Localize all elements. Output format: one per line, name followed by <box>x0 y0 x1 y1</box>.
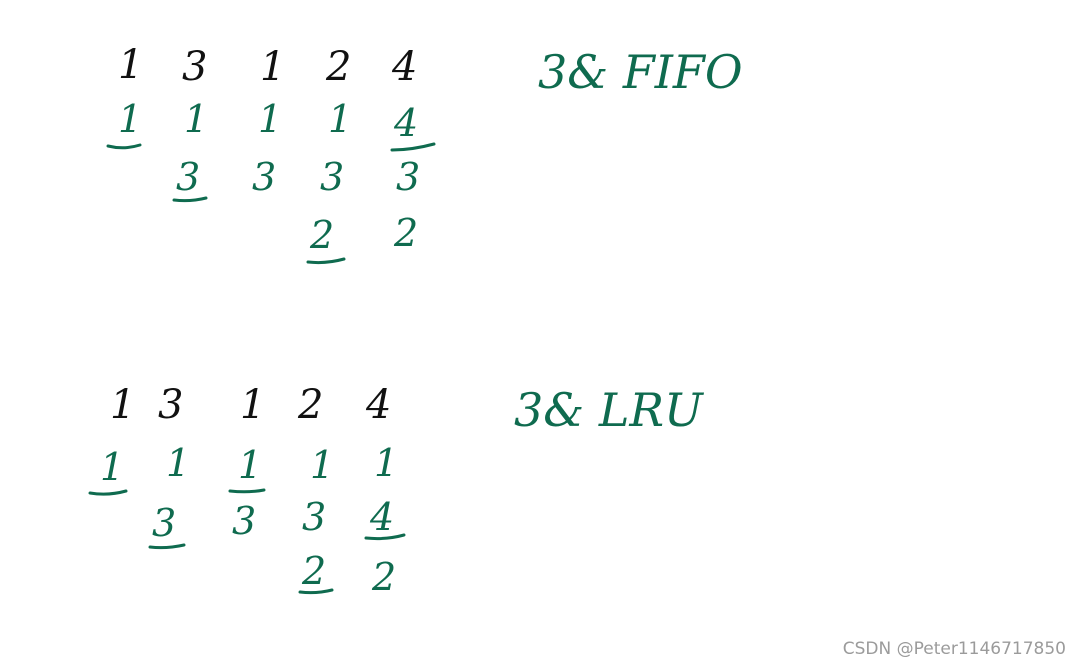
lru-frame-3-row-1: 1 <box>238 443 262 487</box>
lru-seq-3: 1 <box>240 382 265 428</box>
handwritten-diagram: 1 3 1 2 4 3& FIFO 1 1 3 1 3 1 3 2 4 3 2 … <box>88 42 743 599</box>
fifo-seq-1: 1 <box>118 42 143 88</box>
lru-frame-4-row-2: 3 <box>302 495 326 539</box>
fifo-frame-3-row-1: 1 <box>258 97 282 141</box>
fifo-frame-3-row-2: 3 <box>252 155 276 199</box>
watermark: CSDN @Peter1146717850 <box>842 639 1066 659</box>
lru-seq-1: 1 <box>110 382 135 428</box>
lru-frame-5-row-3: 2 <box>371 555 396 599</box>
lru-frame-2-row-1: 1 <box>166 441 190 485</box>
fifo-seq-4: 2 <box>325 44 351 90</box>
lru-fault-underline-2 <box>148 543 186 550</box>
fifo-frame-5-row-1: 4 <box>393 101 418 145</box>
lru-frame-5-row-1: 1 <box>374 441 398 485</box>
fifo-frame-4-row-2: 3 <box>320 155 344 199</box>
lru-frames: 1 1 3 1 3 1 3 2 1 4 2 <box>88 441 406 599</box>
lru-reference-sequence: 1 3 1 2 4 <box>110 382 391 428</box>
lru-seq-2: 3 <box>158 382 183 428</box>
lru-frame-1-row-1: 1 <box>100 445 124 489</box>
fifo-frame-2-row-1: 1 <box>184 97 208 141</box>
lru-frame-4-row-1: 1 <box>310 443 334 487</box>
fifo-seq-3: 1 <box>260 44 285 90</box>
fifo-frame-5-row-3: 2 <box>393 211 418 255</box>
fifo-seq-2: 3 <box>182 44 207 90</box>
fifo-frame-4-row-1: 1 <box>328 97 352 141</box>
lru-fault-underline-1 <box>88 489 128 496</box>
fifo-frame-4-row-3: 2 <box>309 213 334 257</box>
lru-seq-4: 2 <box>297 382 323 428</box>
lru-seq-5: 4 <box>365 382 391 428</box>
lru-frame-5-row-2: 4 <box>369 495 394 539</box>
fifo-frame-1-row-1: 1 <box>118 97 142 141</box>
fifo-fault-underline-3 <box>306 257 346 265</box>
fifo-fault-underline-1 <box>106 143 142 150</box>
lru-frame-3-row-2: 3 <box>232 499 256 543</box>
lru-frame-2-row-2: 3 <box>152 501 176 545</box>
fifo-seq-5: 4 <box>391 44 417 90</box>
fifo-frame-2-row-2: 3 <box>176 155 200 199</box>
lru-title: 3& LRU <box>514 383 705 437</box>
fifo-reference-sequence: 1 3 1 2 4 <box>118 42 417 90</box>
fifo-frames: 1 1 3 1 3 1 3 2 4 3 2 <box>106 97 436 265</box>
fifo-frame-5-row-2: 3 <box>396 155 420 199</box>
lru-frame-4-row-3: 2 <box>301 549 326 593</box>
lru-fault-underline-3 <box>228 488 266 494</box>
fifo-title: 3& FIFO <box>538 45 743 99</box>
